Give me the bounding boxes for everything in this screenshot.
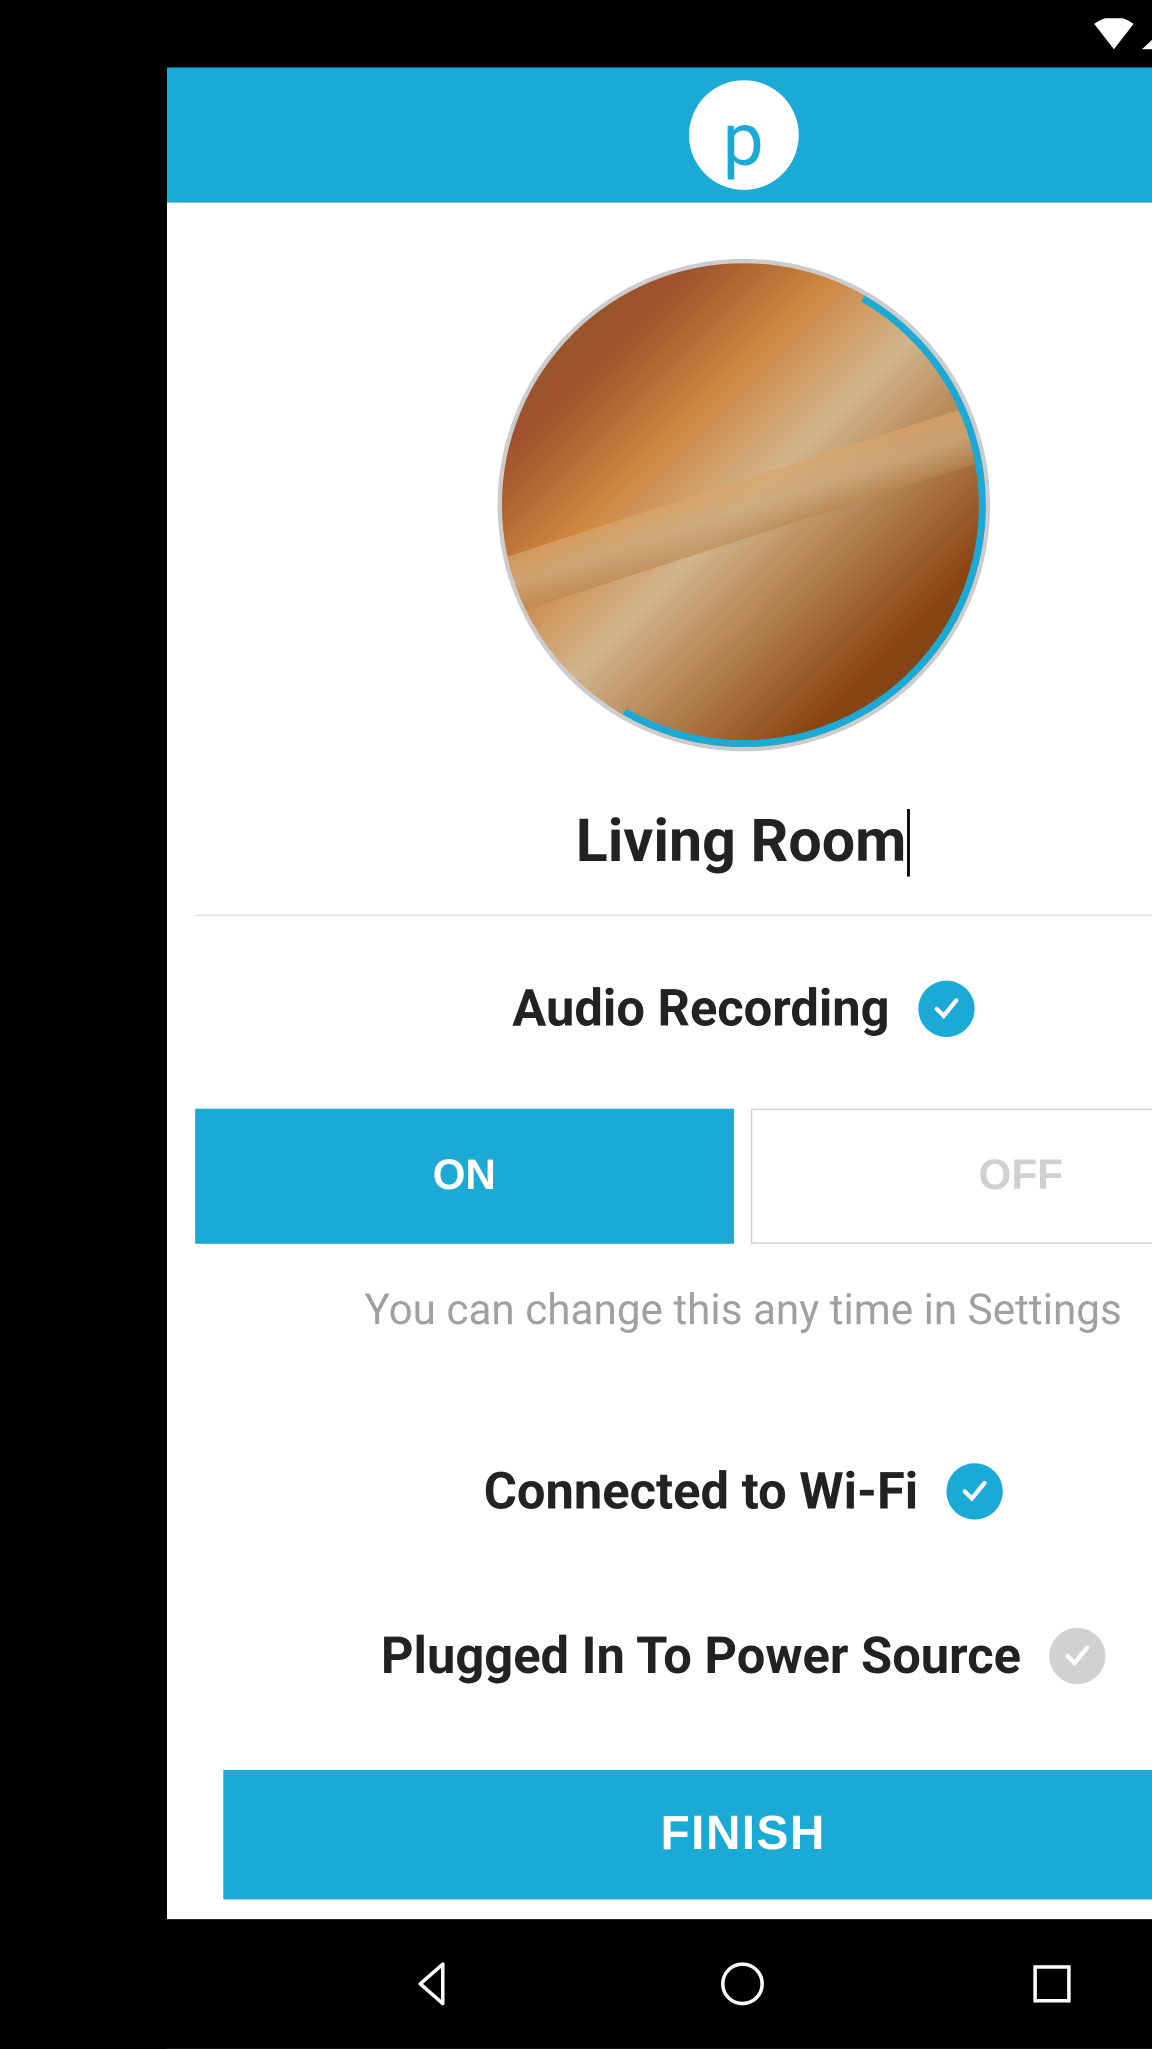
wifi-icon	[1094, 18, 1133, 49]
signal-icon	[1141, 18, 1152, 49]
device-name-input[interactable]: Living Room	[195, 794, 1152, 894]
nav-home-icon[interactable]	[715, 1956, 771, 2012]
finish-button[interactable]: FINISH	[223, 1770, 1152, 1899]
audio-on-button[interactable]: ON	[195, 1109, 733, 1244]
navigation-bar	[167, 1919, 1152, 2048]
nav-back-icon[interactable]	[405, 1956, 461, 2012]
checkmark-icon	[946, 1463, 1002, 1519]
app-logo: p	[688, 80, 798, 190]
nav-recent-icon[interactable]	[1024, 1956, 1080, 2012]
camera-preview[interactable]	[496, 259, 988, 751]
text-cursor	[907, 809, 910, 877]
audio-toggle-group: ON OFF	[195, 1109, 1152, 1244]
audio-off-button[interactable]: OFF	[750, 1109, 1152, 1244]
divider	[195, 914, 1152, 915]
app-header: p	[167, 68, 1152, 203]
wifi-status-label: Connected to Wi-Fi	[483, 1462, 917, 1521]
status-bar: 79 1:46	[167, 0, 1152, 68]
audio-recording-label: Audio Recording	[512, 979, 889, 1038]
camera-image	[501, 263, 985, 747]
power-status-label: Plugged In To Power Source	[380, 1626, 1020, 1685]
audio-hint-text: You can change this any time in Settings	[195, 1286, 1152, 1335]
checkmark-icon	[917, 981, 973, 1037]
checkmark-icon	[1049, 1628, 1105, 1684]
